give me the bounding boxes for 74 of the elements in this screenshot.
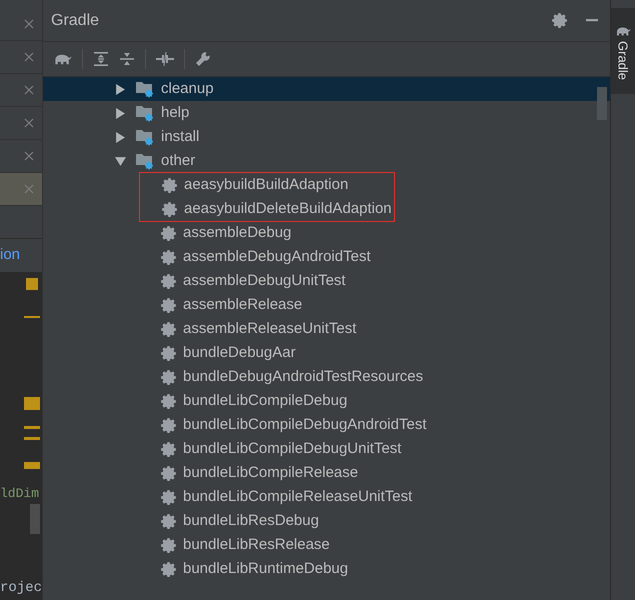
task-item[interactable]: bundleDebugAar [43, 341, 610, 365]
gear-icon [161, 176, 178, 194]
panel-title: Gradle [51, 10, 100, 30]
close-icon[interactable] [24, 118, 34, 128]
gear-icon [160, 392, 177, 410]
task-item[interactable]: assembleRelease [43, 293, 610, 317]
gear-icon [160, 536, 177, 554]
caret-right-icon[interactable] [115, 84, 126, 94]
scrollbar-thumb [597, 87, 607, 120]
gear-icon [160, 560, 177, 578]
unlink-icon[interactable] [156, 51, 174, 67]
marker [26, 278, 38, 290]
collapse-all-icon[interactable] [119, 51, 135, 67]
elephant-icon[interactable] [53, 52, 72, 66]
tree-item[interactable]: install [43, 125, 610, 149]
gear-icon [160, 344, 177, 362]
task-item[interactable]: assembleDebugUnitTest [43, 269, 610, 293]
caret-down-icon[interactable] [115, 156, 126, 166]
marker [24, 462, 40, 469]
marker [24, 437, 40, 440]
folder-gear-icon [135, 104, 155, 122]
close-icon[interactable] [24, 52, 34, 62]
gear-icon [160, 368, 177, 386]
gear-icon [161, 200, 178, 218]
expand-all-icon[interactable] [93, 51, 109, 67]
task-item[interactable]: bundleLibCompileDebugUnitTest [43, 437, 610, 461]
scrollbar-thumb [30, 504, 40, 534]
folder-gear-icon [135, 80, 155, 98]
caret-right-icon[interactable] [115, 108, 126, 118]
close-icon[interactable] [24, 85, 34, 95]
task-item[interactable]: bundleLibCompileDebug [43, 389, 610, 413]
marker [24, 397, 40, 410]
close-icon[interactable] [24, 151, 34, 161]
gear-icon [160, 512, 177, 530]
editor-tab[interactable] [0, 173, 42, 206]
gear-icon [160, 296, 177, 314]
folder-gear-icon [135, 152, 155, 170]
settings-icon[interactable] [551, 12, 568, 29]
tree-item[interactable]: cleanup [43, 77, 610, 101]
task-item[interactable]: assembleReleaseUnitTest [43, 317, 610, 341]
marker [24, 426, 40, 429]
tab-label: ion [0, 245, 20, 266]
gear-icon [160, 488, 177, 506]
task-item[interactable]: aeasybuildBuildAdaption [44, 173, 394, 197]
code-text: rojec [0, 579, 42, 598]
gear-icon [160, 248, 177, 266]
task-item[interactable]: bundleLibCompileReleaseUnitTest [43, 485, 610, 509]
close-icon[interactable] [24, 184, 34, 194]
gear-icon [160, 416, 177, 434]
task-item[interactable]: assembleDebugAndroidTest [43, 245, 610, 269]
task-item[interactable]: aeasybuildDeleteBuildAdaption [44, 197, 394, 221]
marker [24, 316, 40, 318]
gear-icon [160, 224, 177, 242]
gear-icon [160, 272, 177, 290]
caret-right-icon[interactable] [115, 132, 126, 142]
gear-icon [160, 464, 177, 482]
close-icon[interactable] [24, 19, 34, 29]
gear-icon [160, 320, 177, 338]
tree-item[interactable]: help [43, 101, 610, 125]
minimize-icon[interactable] [584, 19, 600, 22]
folder-gear-icon [135, 128, 155, 146]
task-item[interactable]: bundleLibRuntimeDebug [43, 557, 610, 581]
side-tab[interactable]: Gradle [611, 8, 635, 94]
task-item[interactable]: bundleLibCompileDebugAndroidTest [43, 413, 610, 437]
gear-icon [160, 440, 177, 458]
tree-item[interactable]: other [43, 149, 610, 173]
task-item[interactable]: bundleLibCompileRelease [43, 461, 610, 485]
task-item[interactable]: bundleDebugAndroidTestResources [43, 365, 610, 389]
code-text: ldDim [0, 485, 40, 503]
task-item[interactable]: bundleLibResRelease [43, 533, 610, 557]
elephant-icon [615, 26, 631, 37]
task-item[interactable]: bundleLibResDebug [43, 509, 610, 533]
task-item[interactable]: assembleDebug [43, 221, 610, 245]
wrench-icon[interactable] [195, 51, 211, 67]
